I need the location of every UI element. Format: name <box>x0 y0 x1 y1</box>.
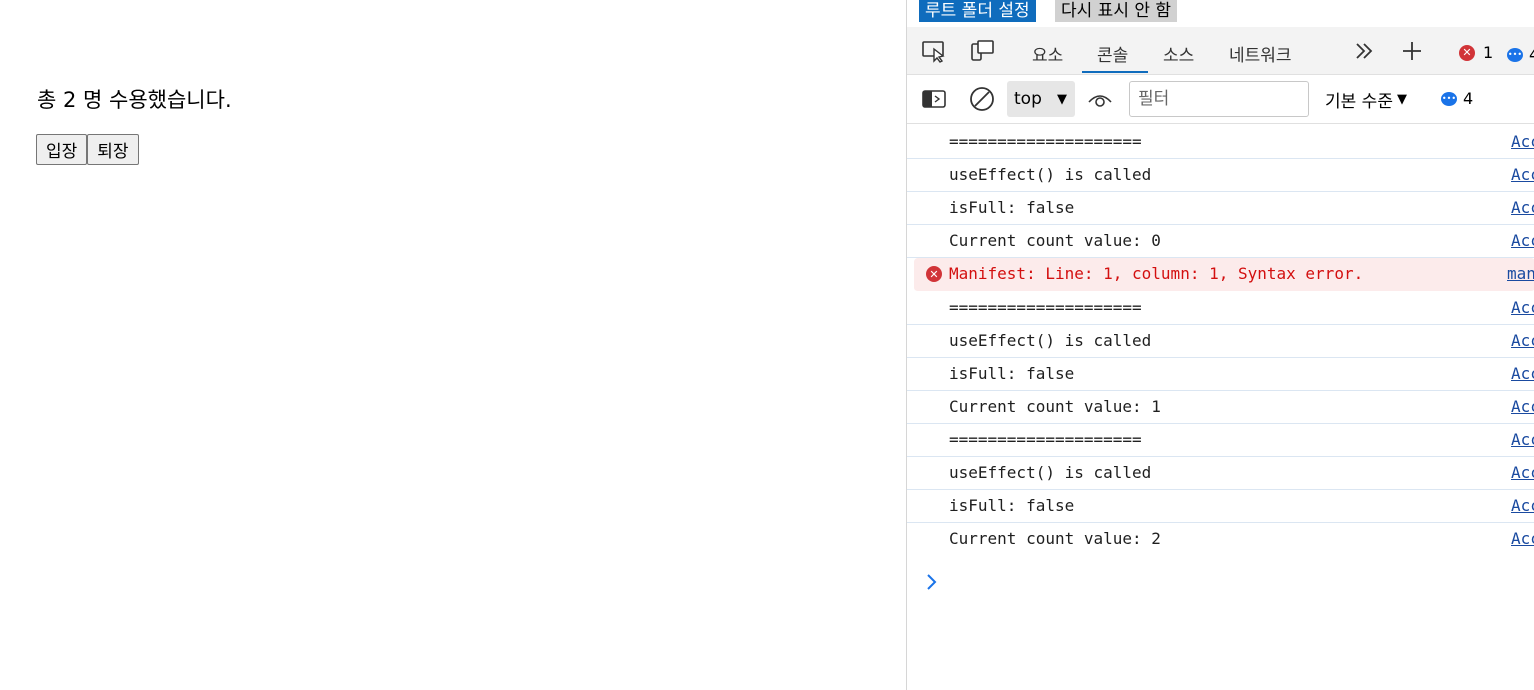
source-link[interactable]: Acc <box>1511 198 1534 217</box>
message-text: useEffect() is called <box>949 331 1152 350</box>
console-message: useEffect() is called Acc <box>907 159 1534 192</box>
console-message: useEffect() is called Acc <box>907 457 1534 490</box>
message-text: useEffect() is called <box>949 165 1152 184</box>
console-message: Current count value: 0 Acc <box>907 225 1534 258</box>
error-count: 1 <box>1483 43 1494 62</box>
inspect-element-icon[interactable] <box>921 39 947 63</box>
message-icon: ••• <box>1441 91 1457 106</box>
console-message: isFull: false Acc <box>907 490 1534 523</box>
chevron-down-icon: ▼ <box>1396 92 1407 107</box>
message-icon: ••• <box>1507 47 1523 62</box>
filter-input[interactable] <box>1129 81 1309 117</box>
source-link[interactable]: Acc <box>1511 331 1534 350</box>
tab-elements[interactable]: 요소 <box>1032 35 1063 71</box>
log-level-value: 기본 수준 <box>1325 92 1393 112</box>
exit-button[interactable]: 퇴장 <box>87 134 139 165</box>
console-message: useEffect() is called Acc <box>907 325 1534 358</box>
devtools-infobar: 루트 폴더 설정 다시 표시 안 함 <box>907 0 1534 24</box>
console-message: Current count value: 1 Acc <box>907 391 1534 424</box>
dont-show-again-button[interactable]: 다시 표시 안 함 <box>1055 0 1178 22</box>
console-prompt-chevron-icon[interactable] <box>925 572 939 596</box>
message-text: isFull: false <box>949 364 1075 383</box>
clear-console-icon[interactable] <box>969 87 995 111</box>
admission-summary: 총 2 명 수용했습니다. <box>37 88 232 112</box>
source-link[interactable]: Acc <box>1511 132 1534 151</box>
message-count: 4 <box>1463 89 1474 108</box>
sidebar-toggle-icon[interactable] <box>921 87 947 111</box>
context-select[interactable]: top ▼ <box>1007 81 1075 117</box>
chevron-down-icon: ▼ <box>1057 92 1067 107</box>
active-tab-indicator <box>1082 71 1148 73</box>
web-page: 총 2 명 수용했습니다. 입장 퇴장 <box>0 0 906 690</box>
message-text: isFull: false <box>949 198 1075 217</box>
message-text: ==================== <box>949 298 1142 317</box>
console-message: ==================== Acc <box>907 424 1534 457</box>
source-link[interactable]: man <box>1507 264 1534 283</box>
source-link[interactable]: Acc <box>1511 397 1534 416</box>
error-icon: ✕ <box>926 266 942 282</box>
console-message: isFull: false Acc <box>907 358 1534 391</box>
source-link[interactable]: Acc <box>1511 496 1534 515</box>
enter-button[interactable]: 입장 <box>36 134 88 165</box>
console-message: ==================== Acc <box>907 292 1534 325</box>
message-text: Current count value: 2 <box>949 529 1161 548</box>
message-count-top: 4 <box>1529 45 1534 64</box>
console-message: isFull: false Acc <box>907 192 1534 225</box>
more-tabs-icon[interactable] <box>1351 39 1377 63</box>
error-count-badge[interactable]: ✕ 1 <box>1459 43 1493 62</box>
device-emulation-icon[interactable] <box>969 39 995 63</box>
console-error-message: ✕ Manifest: Line: 1, column: 1, Syntax e… <box>914 258 1534 292</box>
source-link[interactable]: Acc <box>1511 529 1534 548</box>
live-expression-eye-icon[interactable] <box>1087 87 1113 111</box>
source-link[interactable]: Acc <box>1511 463 1534 482</box>
context-value: top <box>1014 89 1042 109</box>
tab-console[interactable]: 콘솔 <box>1097 35 1128 71</box>
console-message: Current count value: 2 Acc <box>907 523 1534 556</box>
source-link[interactable]: Acc <box>1511 231 1534 250</box>
source-link[interactable]: Acc <box>1511 430 1534 449</box>
message-text: Current count value: 0 <box>949 231 1161 250</box>
source-link[interactable]: Acc <box>1511 298 1534 317</box>
message-count-badge[interactable]: ••• 4 <box>1507 45 1534 64</box>
console-log: ==================== Acc useEffect() is … <box>907 126 1534 556</box>
issues-count-badge[interactable]: ••• 4 <box>1441 89 1473 108</box>
devtools-panel: 루트 폴더 설정 다시 표시 안 함 요소 콘솔 소스 네트워크 ✕ 1 •••… <box>906 0 1534 690</box>
console-message: ==================== Acc <box>907 126 1534 159</box>
message-text: ==================== <box>949 430 1142 449</box>
tab-sources[interactable]: 소스 <box>1163 35 1194 71</box>
console-toolbar: top ▼ 기본 수준 ▼ ••• 4 <box>907 75 1534 124</box>
error-text: Manifest: Line: 1, column: 1, Syntax err… <box>949 264 1364 283</box>
message-text: Current count value: 1 <box>949 397 1161 416</box>
log-level-select[interactable]: 기본 수준 ▼ <box>1325 87 1407 112</box>
source-link[interactable]: Acc <box>1511 364 1534 383</box>
add-tab-icon[interactable] <box>1399 39 1425 63</box>
message-text: isFull: false <box>949 496 1075 515</box>
error-icon: ✕ <box>1459 44 1475 61</box>
message-text: useEffect() is called <box>949 463 1152 482</box>
button-group: 입장 퇴장 <box>36 134 139 165</box>
message-text: ==================== <box>949 132 1142 151</box>
tab-network[interactable]: 네트워크 <box>1229 35 1292 71</box>
devtools-tabbar: 요소 콘솔 소스 네트워크 ✕ 1 ••• 4 <box>907 27 1534 75</box>
source-link[interactable]: Acc <box>1511 165 1534 184</box>
set-root-folder-button[interactable]: 루트 폴더 설정 <box>919 0 1036 22</box>
